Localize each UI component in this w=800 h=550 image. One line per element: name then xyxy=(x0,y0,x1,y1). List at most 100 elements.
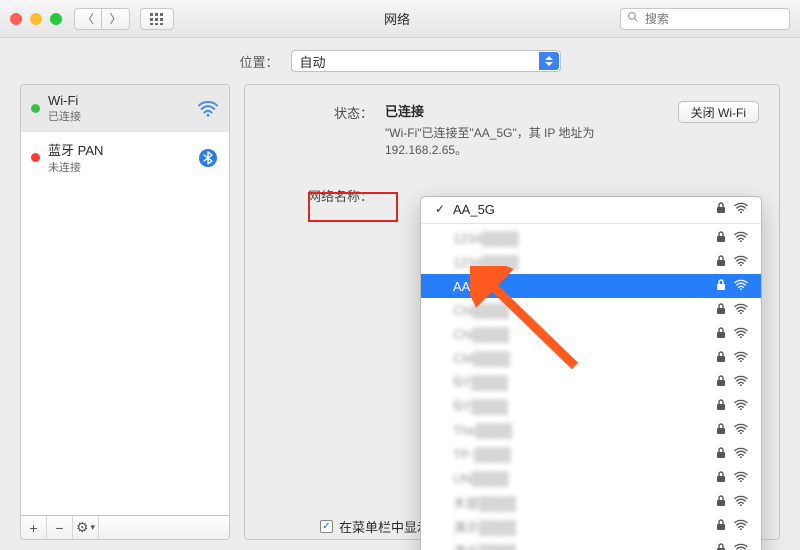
network-option[interactable]: 演示████ xyxy=(421,514,761,538)
lock-icon xyxy=(715,423,727,438)
wifi-signal-icon xyxy=(733,423,749,438)
minimize-icon[interactable] xyxy=(30,13,42,25)
status-description: "Wi-Fi"已连接至"AA_5G"，其 IP 地址为 192.168.2.65… xyxy=(385,124,645,158)
network-option-name: 演示████ xyxy=(453,517,709,536)
lock-icon xyxy=(715,303,727,318)
lock-icon xyxy=(715,351,727,366)
network-option[interactable]: 1234████ xyxy=(421,226,761,250)
lock-icon xyxy=(715,471,727,486)
network-option[interactable]: UN████ xyxy=(421,466,761,490)
service-name: Wi-Fi xyxy=(48,93,189,108)
wifi-signal-icon xyxy=(733,327,749,342)
lock-icon xyxy=(715,202,727,217)
forward-button[interactable]: 〉 xyxy=(102,8,130,30)
network-option-name: 1234████ xyxy=(453,231,709,246)
network-option[interactable]: 演示████ xyxy=(421,538,761,550)
network-option-name: 1234████ xyxy=(453,255,709,270)
chevron-left-icon: 〈 xyxy=(82,10,94,27)
network-option-name: AA xyxy=(453,279,709,294)
checkmark-icon: ✓ xyxy=(433,202,447,216)
network-option[interactable]: ÑÝ████ xyxy=(421,394,761,418)
lock-icon xyxy=(715,495,727,510)
network-option-name: ÑÝ████ xyxy=(453,375,709,390)
service-list: Wi-Fi 已连接 蓝牙 PAN 未连接 xyxy=(20,84,230,516)
select-stepper-icon xyxy=(539,52,559,70)
wifi-signal-icon xyxy=(733,351,749,366)
wifi-signal-icon xyxy=(733,543,749,550)
location-value: 自动 xyxy=(300,52,326,71)
service-item-text: 蓝牙 PAN 未连接 xyxy=(48,140,189,175)
lock-icon xyxy=(715,255,727,270)
status-dot-icon xyxy=(31,153,40,162)
wifi-signal-icon xyxy=(733,447,749,462)
lock-icon xyxy=(715,399,727,414)
network-option-name: 木瑟████ xyxy=(453,493,709,512)
network-option-name: 演示████ xyxy=(453,541,709,550)
wifi-signal-icon xyxy=(733,279,749,294)
show-all-button[interactable] xyxy=(140,8,174,30)
close-icon[interactable] xyxy=(10,13,22,25)
service-status: 未连接 xyxy=(48,159,189,175)
network-name-label: 网络名称： xyxy=(265,184,385,205)
network-option[interactable]: Chi████ xyxy=(421,298,761,322)
network-option[interactable]: AA xyxy=(421,274,761,298)
wifi-signal-icon xyxy=(733,375,749,390)
bluetooth-icon xyxy=(197,147,219,169)
network-option[interactable]: 1234████ xyxy=(421,250,761,274)
status-value: 已连接 xyxy=(385,104,424,119)
network-option[interactable]: The████ xyxy=(421,418,761,442)
titlebar: 〈 〉 网络 xyxy=(0,0,800,38)
service-item-wifi[interactable]: Wi-Fi 已连接 xyxy=(21,85,229,132)
status-dot-icon xyxy=(31,104,40,113)
zoom-icon[interactable] xyxy=(50,13,62,25)
status-row: 状态： 已连接 "Wi-Fi"已连接至"AA_5G"，其 IP 地址为 192.… xyxy=(265,101,759,158)
network-option-name: UN████ xyxy=(453,471,709,486)
network-option[interactable]: ✓ AA_5G xyxy=(421,197,761,221)
service-name: 蓝牙 PAN xyxy=(48,140,189,159)
network-option-name: Chi████ xyxy=(453,303,709,318)
wifi-signal-icon xyxy=(733,519,749,534)
search-field[interactable] xyxy=(620,8,790,30)
search-input[interactable] xyxy=(643,11,800,27)
lock-icon xyxy=(715,231,727,246)
turn-off-wifi-button[interactable]: 关闭 Wi-Fi xyxy=(678,101,759,123)
service-item-text: Wi-Fi 已连接 xyxy=(48,93,189,124)
location-select[interactable]: 自动 xyxy=(291,50,561,72)
nav-back-forward: 〈 〉 xyxy=(74,8,130,30)
back-button[interactable]: 〈 xyxy=(74,8,102,30)
wifi-signal-icon xyxy=(733,303,749,318)
service-sidebar: Wi-Fi 已连接 蓝牙 PAN 未连接 xyxy=(20,84,230,540)
wifi-icon xyxy=(197,98,219,120)
wifi-signal-icon xyxy=(733,255,749,270)
network-option-name: AA_5G xyxy=(453,202,709,217)
network-name-dropdown[interactable]: ✓ AA_5G 1234████ 1234████ AA Chi████ Chi████ CM… xyxy=(420,196,762,550)
window-title: 网络 xyxy=(174,9,620,28)
status-label: 状态： xyxy=(265,101,385,122)
network-option[interactable]: Chi████ xyxy=(421,322,761,346)
traffic-lights xyxy=(10,13,62,25)
lock-icon xyxy=(715,279,727,294)
service-item-bluetooth-pan[interactable]: 蓝牙 PAN 未连接 xyxy=(21,132,229,183)
network-option[interactable]: CM████ xyxy=(421,346,761,370)
network-option[interactable]: TP-████ xyxy=(421,442,761,466)
wifi-signal-icon xyxy=(733,202,749,217)
network-option-name: Chi████ xyxy=(453,327,709,342)
network-prefs-window: 〈 〉 网络 位置： 自动 xyxy=(0,0,800,550)
location-label: 位置： xyxy=(239,52,278,71)
show-menu-checkbox[interactable]: ✓ xyxy=(320,520,333,533)
lock-icon xyxy=(715,519,727,534)
status-value-block: 已连接 "Wi-Fi"已连接至"AA_5G"，其 IP 地址为 192.168.… xyxy=(385,101,678,158)
lock-icon xyxy=(715,447,727,462)
lock-icon xyxy=(715,543,727,550)
network-option-name: ÑÝ████ xyxy=(453,399,709,414)
lock-icon xyxy=(715,327,727,342)
network-option[interactable]: 木瑟████ xyxy=(421,490,761,514)
dropdown-separator xyxy=(421,223,761,224)
grid-icon xyxy=(150,13,164,25)
network-option-name: TP-████ xyxy=(453,447,709,462)
chevron-right-icon: 〉 xyxy=(109,10,121,27)
network-option[interactable]: ÑÝ████ xyxy=(421,370,761,394)
network-option-name: The████ xyxy=(453,423,709,438)
wifi-signal-icon xyxy=(733,495,749,510)
wifi-signal-icon xyxy=(733,231,749,246)
